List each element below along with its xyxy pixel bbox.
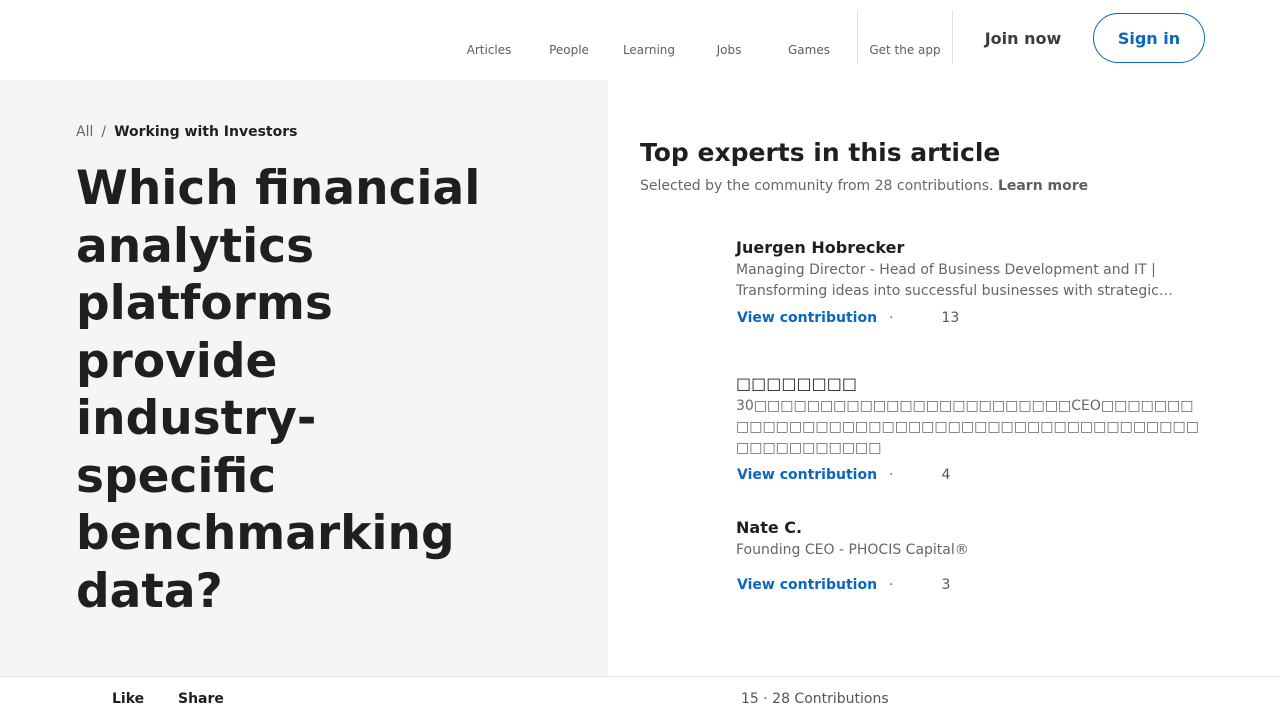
- breadcrumb-separator: /: [101, 124, 107, 140]
- experts-subtitle-text: Selected by the community from 28 contri…: [640, 178, 994, 194]
- breadcrumb-current[interactable]: Working with Investors: [114, 124, 297, 140]
- nav-jobs[interactable]: Jobs: [698, 0, 760, 80]
- reaction-count: 3: [941, 577, 951, 593]
- expert-name[interactable]: □□□□□□□□: [736, 374, 1206, 393]
- expert-meta: View contribution · 3: [736, 577, 1206, 593]
- expert-meta: View contribution · 13: [736, 310, 1206, 326]
- experts-heading: Top experts in this article: [640, 138, 1001, 167]
- expert-meta: View contribution · 4: [736, 467, 1206, 483]
- meta-separator: ·: [889, 310, 894, 326]
- top-experts-panel: Top experts in this article Selected by …: [608, 80, 1280, 676]
- expert-name[interactable]: Juergen Hobrecker: [736, 238, 1206, 257]
- view-contribution-link[interactable]: View contribution: [737, 310, 877, 326]
- nav-games-label: Games: [788, 43, 830, 57]
- breadcrumb-all[interactable]: All: [76, 124, 93, 140]
- nav-get-app-label: Get the app: [869, 43, 941, 57]
- nav-people-label: People: [549, 43, 589, 57]
- expert-headline: 30□□□□□□□□□□□□□□□□□□□□□□□□CEO□□□□□□□□□□□…: [736, 398, 1199, 456]
- nav-articles[interactable]: Articles: [458, 0, 520, 80]
- expert-card: Nate C. Founding CEO - PHOCIS Capital® V…: [736, 518, 1206, 593]
- nav-jobs-label: Jobs: [716, 43, 742, 57]
- nav-get-app[interactable]: Get the app: [862, 0, 948, 80]
- expert-headline: Founding CEO - PHOCIS Capital®: [736, 542, 969, 558]
- article-hero: All / Working with Investors Which finan…: [0, 80, 608, 676]
- share-button[interactable]: Share: [178, 677, 224, 720]
- reaction-count: 4: [941, 467, 951, 483]
- bottom-action-bar: Like Share 15 · 28 Contributions: [0, 676, 1280, 720]
- expert-name[interactable]: Nate C.: [736, 518, 1206, 537]
- contribution-stats: 15 · 28 Contributions: [741, 691, 889, 707]
- view-contribution-link[interactable]: View contribution: [737, 467, 877, 483]
- expert-card: Juergen Hobrecker Managing Director - He…: [736, 238, 1206, 326]
- breadcrumb: All / Working with Investors: [76, 124, 297, 140]
- like-button[interactable]: Like: [78, 677, 144, 720]
- top-header: Articles People Learning Jobs Games Get …: [0, 0, 1280, 80]
- like-label: Like: [112, 691, 145, 707]
- share-label: Share: [178, 691, 224, 707]
- expert-card: □□□□□□□□ 30□□□□□□□□□□□□□□□□□□□□□□□□CEO□□…: [736, 374, 1206, 483]
- nav-divider: [857, 10, 858, 64]
- reaction-count: 13: [941, 310, 960, 326]
- sign-in-button[interactable]: Sign in: [1093, 13, 1205, 63]
- page-title: Which financial analytics platforms prov…: [76, 161, 481, 619]
- nav-people[interactable]: People: [538, 0, 600, 80]
- meta-separator: ·: [889, 577, 894, 593]
- meta-separator: ·: [889, 467, 894, 483]
- nav-articles-label: Articles: [466, 43, 512, 57]
- join-now-button[interactable]: Join now: [966, 14, 1080, 62]
- experts-subtitle: Selected by the community from 28 contri…: [640, 178, 1088, 194]
- view-contribution-link[interactable]: View contribution: [737, 577, 877, 593]
- nav-games[interactable]: Games: [778, 0, 840, 80]
- nav-learning-label: Learning: [622, 43, 676, 57]
- expert-headline: Managing Director - Head of Business Dev…: [736, 262, 1173, 299]
- learn-more-link[interactable]: Learn more: [998, 178, 1088, 194]
- nav-divider: [952, 10, 953, 64]
- nav-learning[interactable]: Learning: [618, 0, 680, 80]
